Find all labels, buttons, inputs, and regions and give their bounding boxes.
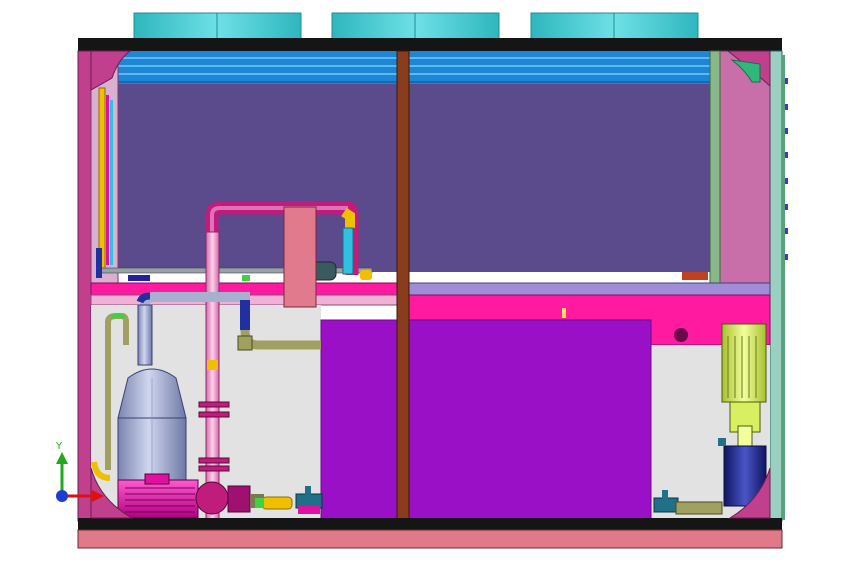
chiller-cad-view: Y <box>0 0 867 562</box>
base-rail-dark <box>78 518 782 530</box>
condenser-fan <box>331 12 500 41</box>
right-corner-post <box>769 50 783 522</box>
pump-motor <box>117 473 199 519</box>
plate-heat-exchanger <box>283 206 317 308</box>
base-skirt <box>77 529 783 549</box>
left-vertical-pipe <box>98 87 106 269</box>
condenser-coil <box>118 51 710 84</box>
left-corner-post <box>77 50 92 522</box>
main-shelf-right <box>408 282 771 296</box>
water-tank <box>320 319 652 521</box>
triad-y-label: Y <box>55 441 63 452</box>
center-post <box>396 50 410 522</box>
right-upper-panel <box>719 50 771 284</box>
triad-origin <box>56 490 68 502</box>
liquid-riser <box>205 231 220 523</box>
condenser-fans <box>133 12 699 41</box>
top-frame-rail <box>78 38 782 51</box>
condenser-fan <box>530 12 699 41</box>
condenser-fan <box>133 12 302 41</box>
